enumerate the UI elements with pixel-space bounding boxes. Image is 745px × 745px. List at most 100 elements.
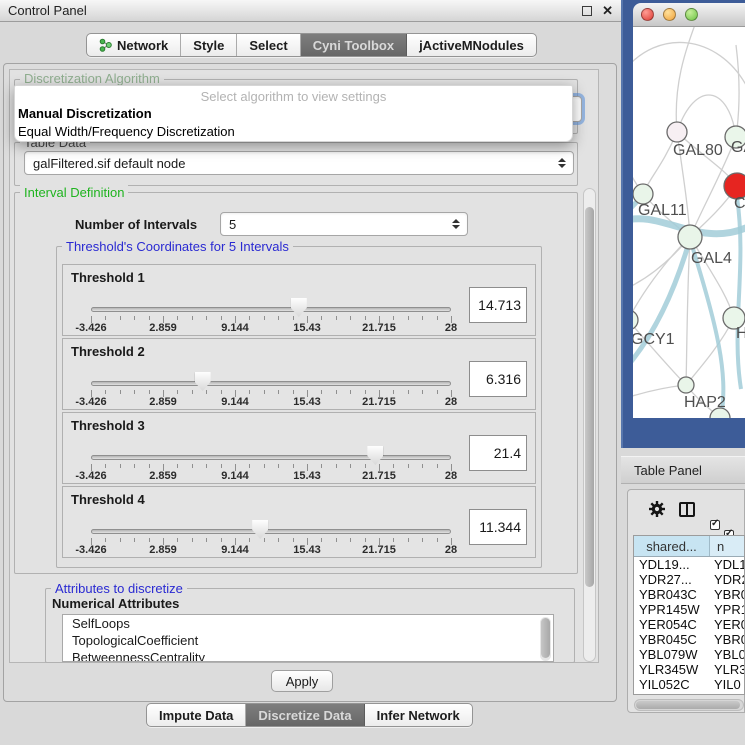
minimize-traffic-light-icon[interactable] [663, 8, 676, 21]
table-row[interactable]: YDR27...YDR2 [634, 572, 744, 587]
tab-jactivemnodules[interactable]: jActiveMNodules [407, 34, 536, 56]
table-header-shared-name[interactable]: shared... [634, 536, 710, 556]
network-node[interactable] [667, 122, 687, 142]
table-row[interactable]: YBR045CYBR0 [634, 632, 744, 647]
network-node[interactable] [678, 225, 702, 249]
tab-jactivemnodules-label: jActiveMNodules [419, 38, 524, 53]
threshold-value-field[interactable]: 14.713 [469, 287, 527, 323]
network-node-label: GAL11 [638, 202, 687, 219]
close-traffic-light-icon[interactable] [641, 8, 654, 21]
network-edge [686, 237, 690, 385]
slider-tick [422, 316, 423, 320]
slider-tick [192, 464, 193, 468]
tab-select[interactable]: Select [237, 34, 300, 56]
settings-scrollbar-thumb[interactable] [585, 207, 594, 587]
table-header-name[interactable]: n [710, 536, 744, 556]
table-settings-gear-icon[interactable] [648, 500, 666, 521]
control-panel-tabs: Network Style Select Cyni Toolbox jActiv… [86, 33, 537, 57]
table-row[interactable]: YDL19...YDL1 [634, 557, 744, 572]
number-of-intervals-label: Number of Intervals [75, 212, 197, 236]
table-row[interactable]: YPR145WYPR1 [634, 602, 744, 617]
slider-tick [321, 538, 322, 542]
attribute-list-item[interactable]: BetweennessCentrality [63, 649, 553, 662]
slider-track[interactable] [91, 529, 451, 534]
apply-button[interactable]: Apply [271, 670, 333, 692]
slider-thumb[interactable] [195, 372, 211, 391]
tab-impute-data[interactable]: Impute Data [147, 704, 246, 726]
network-node[interactable] [678, 377, 694, 393]
number-of-intervals-combo[interactable]: 5 [220, 212, 468, 236]
slider-tick [321, 464, 322, 468]
slider-tick [350, 538, 351, 542]
attribute-list-item[interactable]: SelfLoops [63, 615, 553, 632]
node-attribute-table: shared... n YDL19...YDL1YDR27...YDR2YBR0… [633, 535, 745, 695]
algorithm-option-equal-width[interactable]: Equal Width/Frequency Discretization [18, 123, 569, 141]
slider-tick [393, 538, 394, 542]
slider-tick [365, 390, 366, 394]
tab-discretize-data-label: Discretize Data [258, 708, 351, 723]
slider-tick [206, 390, 207, 394]
network-node[interactable] [633, 310, 638, 330]
table-hscrollbar-thumb[interactable] [636, 701, 740, 709]
cell-name: YBR0 [710, 587, 744, 602]
slider-thumb[interactable] [252, 520, 268, 539]
slider-track[interactable] [91, 381, 451, 386]
slider-tick-label: -3.426 [63, 322, 119, 334]
network-window-titlebar[interactable] [633, 3, 745, 27]
slider-tick [249, 464, 250, 468]
threshold-value-field[interactable]: 11.344 [469, 509, 527, 545]
tab-network-label: Network [117, 38, 168, 53]
table-horizontal-scrollbar[interactable] [634, 699, 744, 711]
table-row[interactable]: YBR043CYBR0 [634, 587, 744, 602]
column-layout-icon[interactable] [679, 502, 695, 517]
slider-tick [350, 390, 351, 394]
algorithm-option-manual[interactable]: Manual Discretization [18, 105, 569, 123]
tab-style[interactable]: Style [181, 34, 237, 56]
cell-shared-name: YER054C [634, 617, 710, 632]
table-data-combo[interactable]: galFiltered.sif default node [24, 151, 574, 175]
float-window-icon[interactable] [582, 6, 592, 16]
slider-tick [192, 390, 193, 394]
threshold-value-field[interactable]: 21.4 [469, 435, 527, 471]
slider-track[interactable] [91, 307, 451, 312]
tab-network[interactable]: Network [87, 34, 181, 56]
tab-cyni-toolbox[interactable]: Cyni Toolbox [301, 34, 407, 56]
discretization-algorithm-title: Discretization Algorithm [20, 71, 164, 86]
cell-shared-name: YPR145W [634, 602, 710, 617]
threshold-block-2: Threshold 2-3.4262.8599.14415.4321.71528… [62, 338, 536, 410]
slider-track[interactable] [91, 455, 451, 460]
zoom-traffic-light-icon[interactable] [685, 8, 698, 21]
attributes-list-scrollbar[interactable] [540, 617, 551, 661]
app-root: Control Panel ✕ Network Style Select Cyn… [0, 0, 745, 745]
network-node[interactable] [633, 184, 653, 204]
tab-cyni-toolbox-label: Cyni Toolbox [313, 38, 394, 53]
settings-vertical-scrollbar[interactable] [583, 188, 596, 662]
cell-shared-name: YBL079W [634, 647, 710, 662]
select-columns-icon[interactable] [710, 520, 720, 530]
tab-infer-network[interactable]: Infer Network [365, 704, 472, 726]
numerical-attributes-list[interactable]: SelfLoopsTopologicalCoefficientBetweenne… [62, 614, 554, 662]
table-row[interactable]: YLR345WYLR3 [634, 662, 744, 677]
attribute-list-item[interactable]: TopologicalCoefficient [63, 632, 553, 649]
network-view-canvas[interactable]: GAL80GACGAL11GAL4GCY1HHAP2 [633, 27, 745, 418]
slider-tick [177, 464, 178, 468]
slider-thumb[interactable] [367, 446, 383, 465]
network-edge-highlighted [737, 197, 741, 389]
tab-infer-network-label: Infer Network [377, 708, 460, 723]
threshold-value-field[interactable]: 6.316 [469, 361, 527, 397]
combo-spinner-icon [452, 219, 460, 229]
slider-tick [105, 316, 106, 320]
slider-thumb[interactable] [291, 298, 307, 317]
slider-tick [293, 316, 294, 320]
slider-tick-label: 2.859 [135, 544, 191, 556]
close-panel-icon[interactable]: ✕ [602, 6, 613, 16]
attributes-list-scrollbar-thumb[interactable] [541, 618, 550, 658]
network-node-label: GA [731, 139, 745, 156]
table-row[interactable]: YBL079WYBL0 [634, 647, 744, 662]
table-row[interactable]: YIL052CYIL0 [634, 677, 744, 692]
attribute-items: SelfLoopsTopologicalCoefficientBetweenne… [63, 615, 553, 662]
tab-discretize-data[interactable]: Discretize Data [246, 704, 364, 726]
cell-name: YBR0 [710, 632, 744, 647]
table-row[interactable]: YER054CYER0 [634, 617, 744, 632]
slider-tick-label: 28 [423, 544, 479, 556]
